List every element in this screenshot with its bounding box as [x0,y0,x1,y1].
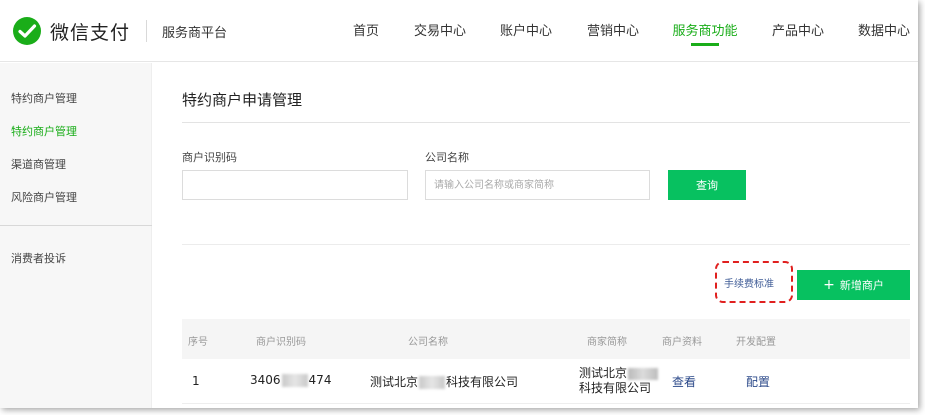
nav-item-marketing[interactable]: 营销中心 [587,20,639,39]
fee-link-highlight-annotation [715,261,793,303]
sidebar: 特约商户管理 特约商户管理 渠道商管理 风险商户管理 消费者投诉 [0,63,152,408]
sidebar-item-merchant-management[interactable]: 特约商户管理 [11,123,77,139]
header-divider [146,20,147,42]
section-divider [182,244,910,245]
logo-text: 微信支付 [50,21,131,44]
merchant-id-suffix: 474 [308,373,332,387]
company-name-input[interactable] [425,170,650,200]
company-name-prefix: 测试北京 [370,375,419,389]
row-merchant-id: 3406 474 [250,373,331,387]
column-header-short-name: 商家简称 [587,337,627,348]
sidebar-item-consumer-complaints[interactable]: 消费者投诉 [11,250,66,266]
short-name-line1: 测试北京 [579,366,628,380]
wechat-pay-logo[interactable]: 微信支付 [12,16,130,46]
row-short-name: 测试北京 科技有限公司 [579,366,659,396]
wechat-pay-logo-icon [13,17,41,45]
redacted-block [281,374,308,387]
merchant-id-input[interactable] [182,170,408,200]
app-window: 微信支付 服务商平台 首页 交易中心 账户中心 营销中心 服务商功能 产品中心 … [0,0,918,408]
column-header-index: 序号 [188,337,208,348]
redacted-block [628,367,659,380]
add-merchant-label: 新增商户 [839,279,884,292]
sidebar-item-merchant-management-group[interactable]: 特约商户管理 [11,90,77,106]
company-name-label: 公司名称 [425,151,469,164]
configure-link[interactable]: 配置 [746,373,770,390]
column-header-company-name: 公司名称 [408,337,448,348]
view-profile-link[interactable]: 查看 [672,373,696,390]
top-header: 微信支付 服务商平台 首页 交易中心 账户中心 营销中心 服务商功能 产品中心 … [0,0,918,62]
nav-item-transactions[interactable]: 交易中心 [414,20,466,39]
row-company-name: 测试北京 科技有限公司 [370,373,518,390]
sidebar-item-channel-management[interactable]: 渠道商管理 [11,156,66,172]
page-title: 特约商户申请管理 [182,91,303,109]
platform-name: 服务商平台 [162,26,228,41]
merchant-id-prefix: 3406 [250,373,281,387]
column-header-profile: 商户资料 [662,337,702,348]
title-divider [182,122,910,123]
nav-item-home[interactable]: 首页 [353,20,379,39]
short-name-line2: 科技有限公司 [579,381,652,395]
nav-item-provider-functions[interactable]: 服务商功能 [672,20,737,39]
nav-item-products[interactable]: 产品中心 [772,20,824,39]
plus-icon: + [823,277,835,293]
main-nav: 首页 交易中心 账户中心 营销中心 服务商功能 产品中心 数据中心 [330,0,918,62]
nav-active-underline [691,43,719,46]
column-header-dev-config: 开发配置 [736,337,776,348]
table-row: 1 3406 474 测试北京 科技有限公司 测试北京 科技有限公司 查看 配置 [182,359,910,404]
merchant-id-label: 商户识别码 [182,151,237,164]
column-header-merchant-id: 商户识别码 [256,337,306,348]
row-index: 1 [192,374,200,388]
redacted-block [419,376,446,389]
query-button[interactable]: 查询 [668,170,746,200]
company-name-suffix: 科技有限公司 [446,375,519,389]
add-merchant-button[interactable]: + 新增商户 [797,270,910,300]
main-content: 特约商户申请管理 商户识别码 公司名称 查询 手续费标准 + 新增商户 序号 商… [152,63,918,408]
sidebar-item-risk-merchants[interactable]: 风险商户管理 [11,189,77,205]
table-header: 序号 商户识别码 公司名称 商家简称 商户资料 开发配置 [182,319,910,359]
nav-item-accounts[interactable]: 账户中心 [500,20,552,39]
nav-item-data[interactable]: 数据中心 [858,20,910,39]
sidebar-divider [0,225,152,226]
